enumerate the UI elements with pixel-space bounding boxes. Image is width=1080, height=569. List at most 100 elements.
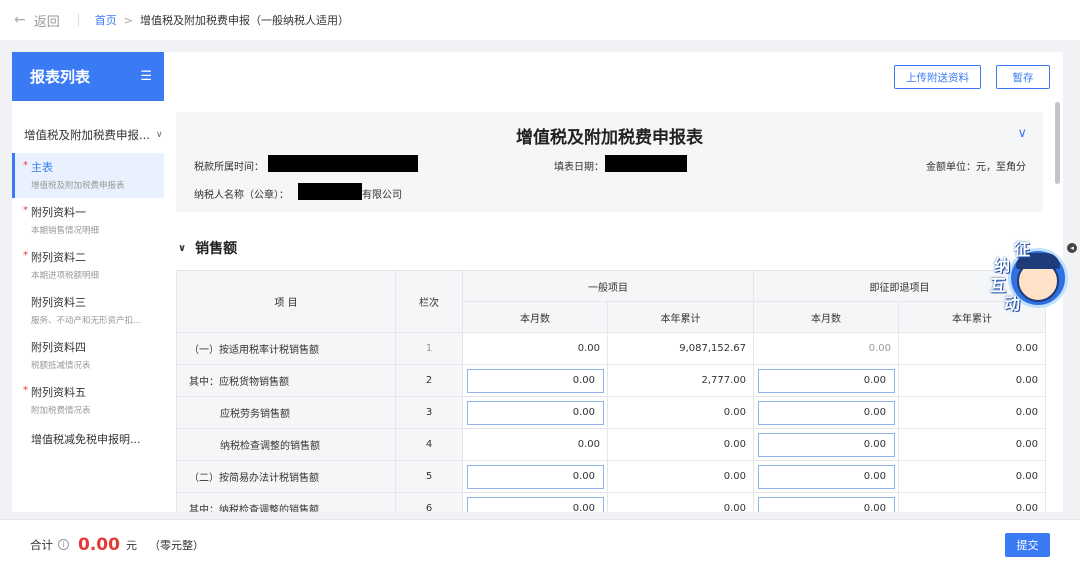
header-general-year: 本年累计 [607, 301, 754, 333]
amount-input[interactable]: 0.00 [467, 368, 604, 393]
amount-cell: 9,087,152.67 [607, 332, 754, 365]
amount-cell: 0.00 [607, 396, 754, 429]
sidebar-item-subtitle: 附加税费情况表 [31, 406, 91, 416]
mascot-char-4: 动 [1004, 294, 1021, 313]
upload-attachments-button[interactable]: 上传附送资料 [894, 65, 981, 89]
breadcrumb-home-link[interactable]: 首页 [95, 12, 117, 28]
total-label: 合计 [30, 537, 53, 552]
sidebar-item-subtitle: 增值税及附加税费申报表 [31, 181, 125, 191]
section-toggle-sales[interactable]: ∨ 销售额 [178, 238, 237, 258]
sidebar-item[interactable]: * 主表增值税及附加税费申报表 [12, 153, 164, 198]
header-general: 一般项目 [462, 270, 754, 302]
sidebar-item-subtitle: 本期进项税额明细 [31, 271, 100, 281]
sidebar-item-label: 增值税减免税申报明... [31, 433, 141, 446]
mascot-char-1: 征 [1014, 240, 1031, 259]
row-item-label: （一）按适用税率计税销售额 [176, 332, 396, 365]
amount-input[interactable]: 0.00 [467, 464, 604, 489]
required-star-icon: * [23, 160, 28, 171]
amount-input[interactable]: 0.00 [758, 464, 895, 489]
required-star-icon: * [23, 250, 28, 261]
sidebar-item[interactable]: 增值税减免税申报明... [12, 423, 164, 457]
sidebar-header: 报表列表 ☰ [12, 52, 164, 101]
table-row: （二）按简易办法计税销售额 5 0.00 0.00 0.00 0.00 [176, 460, 1046, 493]
amount-cell: 0.00 [898, 492, 1046, 512]
top-bar: ← 返回 首页 > 增值税及附加税费申报（一般纳税人适用） [0, 0, 1080, 40]
form-title: 增值税及附加税费申报表 [516, 128, 703, 148]
collapse-menu-icon[interactable]: ☰ [140, 69, 152, 84]
row-item-label: 其中：纳税检查调整的销售额 [176, 492, 396, 512]
sidebar-item[interactable]: * 附列资料一 本期销售情况明细 [12, 198, 164, 243]
amount-input[interactable]: 0.00 [758, 368, 895, 393]
sidebar-group-toggle[interactable]: 增值税及附加税费申报... ∨ [12, 127, 164, 143]
sales-table: 项 目 栏次 一般项目 即征即退项目 本月数 本年累计 本月数 本年累计 （一）… [176, 270, 1046, 512]
sidebar-item-label: 附列资料三 [31, 296, 86, 309]
row-col-number: 2 [395, 364, 463, 397]
header-col: 栏次 [395, 270, 463, 333]
sidebar-title: 报表列表 [30, 68, 91, 86]
row-item-label: 应税劳务销售额 [176, 396, 396, 429]
sidebar-item-subtitle: 服务、不动产和无形资产扣... [31, 316, 142, 326]
back-arrow-icon: ← [14, 12, 26, 28]
sidebar-item-label: 附列资料二 [31, 251, 86, 264]
amount-cell: 0.00 [462, 396, 608, 429]
amount-input[interactable]: 0.00 [758, 432, 895, 457]
table-row: 应税劳务销售额 3 0.00 0.00 0.00 0.00 [176, 396, 1046, 429]
amount-cell: 0.00 [607, 428, 754, 461]
amount-cell: 0.00 [462, 332, 608, 365]
fill-date-redacted [605, 155, 687, 172]
chevron-down-icon[interactable]: ∨ [1017, 126, 1027, 141]
amount-cell: 0.00 [607, 492, 754, 512]
table-row: 其中：应税货物销售额 2 0.00 2,777.00 0.00 0.00 [176, 364, 1046, 397]
row-col-number: 6 [395, 492, 463, 512]
taxpayer-name-label: 纳税人名称（公章）： [194, 190, 289, 201]
sidebar-item-label: 附列资料五 [31, 386, 86, 399]
amount-cell: 0.00 [753, 428, 899, 461]
submit-button[interactable]: 提交 [1005, 533, 1050, 557]
amount-cell: 0.00 [898, 396, 1046, 429]
row-item-label: （二）按简易办法计税销售额 [176, 460, 396, 493]
chevron-down-icon: ∨ [178, 242, 187, 254]
sidebar-item[interactable]: * 附列资料五附加税费情况表 [12, 378, 164, 423]
total-currency: 元 [125, 538, 137, 552]
help-mascot-button[interactable]: 征 纳 互 动 [988, 238, 1068, 314]
footer-bar: 合计 i 0.00 元 （零元整） 提交 [0, 519, 1080, 569]
sidebar-item[interactable]: 附列资料三服务、不动产和无形资产扣... [12, 288, 164, 333]
divider [77, 13, 79, 27]
amount-unit-label: 金额单位：元，至角分 [926, 162, 1026, 173]
save-draft-button[interactable]: 暂存 [996, 65, 1050, 89]
taxpayer-name-redacted [298, 183, 362, 200]
amount-cell: 0.00 [898, 460, 1046, 493]
row-item-label: 其中：应税货物销售额 [176, 364, 396, 397]
header-refund-month: 本月数 [753, 301, 899, 333]
table-body: （一）按适用税率计税销售额 1 0.00 9,087,152.67 0.00 0.00 其中… [176, 332, 1046, 512]
total-amount: 0.00 [78, 534, 120, 555]
fill-date-label: 填表日期： [554, 162, 604, 173]
info-icon[interactable]: i [58, 539, 69, 550]
amount-input[interactable]: 0.00 [758, 400, 895, 425]
amount-input[interactable]: 0.00 [467, 400, 604, 425]
required-star-icon: * [23, 385, 28, 396]
form-header: 增值税及附加税费申报表 ∨ 税款所属时间： 填表日期： 金额单位：元，至角分 纳… [176, 112, 1043, 212]
row-item-label: 纳税检查调整的销售额 [176, 428, 396, 461]
table-row: 其中：纳税检查调整的销售额 6 0.00 0.00 0.00 0.00 [176, 492, 1046, 512]
amount-cell: 0.00 [753, 460, 899, 493]
amount-input[interactable]: 0.00 [758, 496, 895, 512]
amount-cell: 0.00 [462, 364, 608, 397]
sidebar-item-label: 附列资料四 [31, 341, 86, 354]
sidebar-item[interactable]: 附列资料四 税额抵减情况表 [12, 333, 164, 378]
amount-input[interactable]: 0.00 [467, 496, 604, 512]
period-value-redacted [268, 155, 418, 172]
amount-cell: 0.00 [753, 332, 899, 365]
scroll-indicator-icon[interactable]: ◂ [1067, 243, 1077, 253]
report-list-sidebar: 报表列表 ☰ 增值税及附加税费申报... ∨ * 主表 增值税及附加税费申报表 * 附列… [12, 52, 164, 512]
sidebar-item-label: 主表 [31, 161, 53, 174]
sidebar-item-subtitle: 本期销售情况明细 [31, 226, 100, 236]
row-col-number: 5 [395, 460, 463, 493]
row-col-number: 4 [395, 428, 463, 461]
back-button[interactable]: ← 返回 [14, 11, 60, 30]
scrollbar-thumb[interactable] [1055, 102, 1060, 184]
section-title: 销售额 [195, 241, 238, 257]
sidebar-item[interactable]: * 附列资料二本期进项税额明细 [12, 243, 164, 288]
table-row: （一）按适用税率计税销售额 1 0.00 9,087,152.67 0.00 0.00 [176, 332, 1046, 365]
chevron-down-icon: ∨ [155, 130, 163, 140]
